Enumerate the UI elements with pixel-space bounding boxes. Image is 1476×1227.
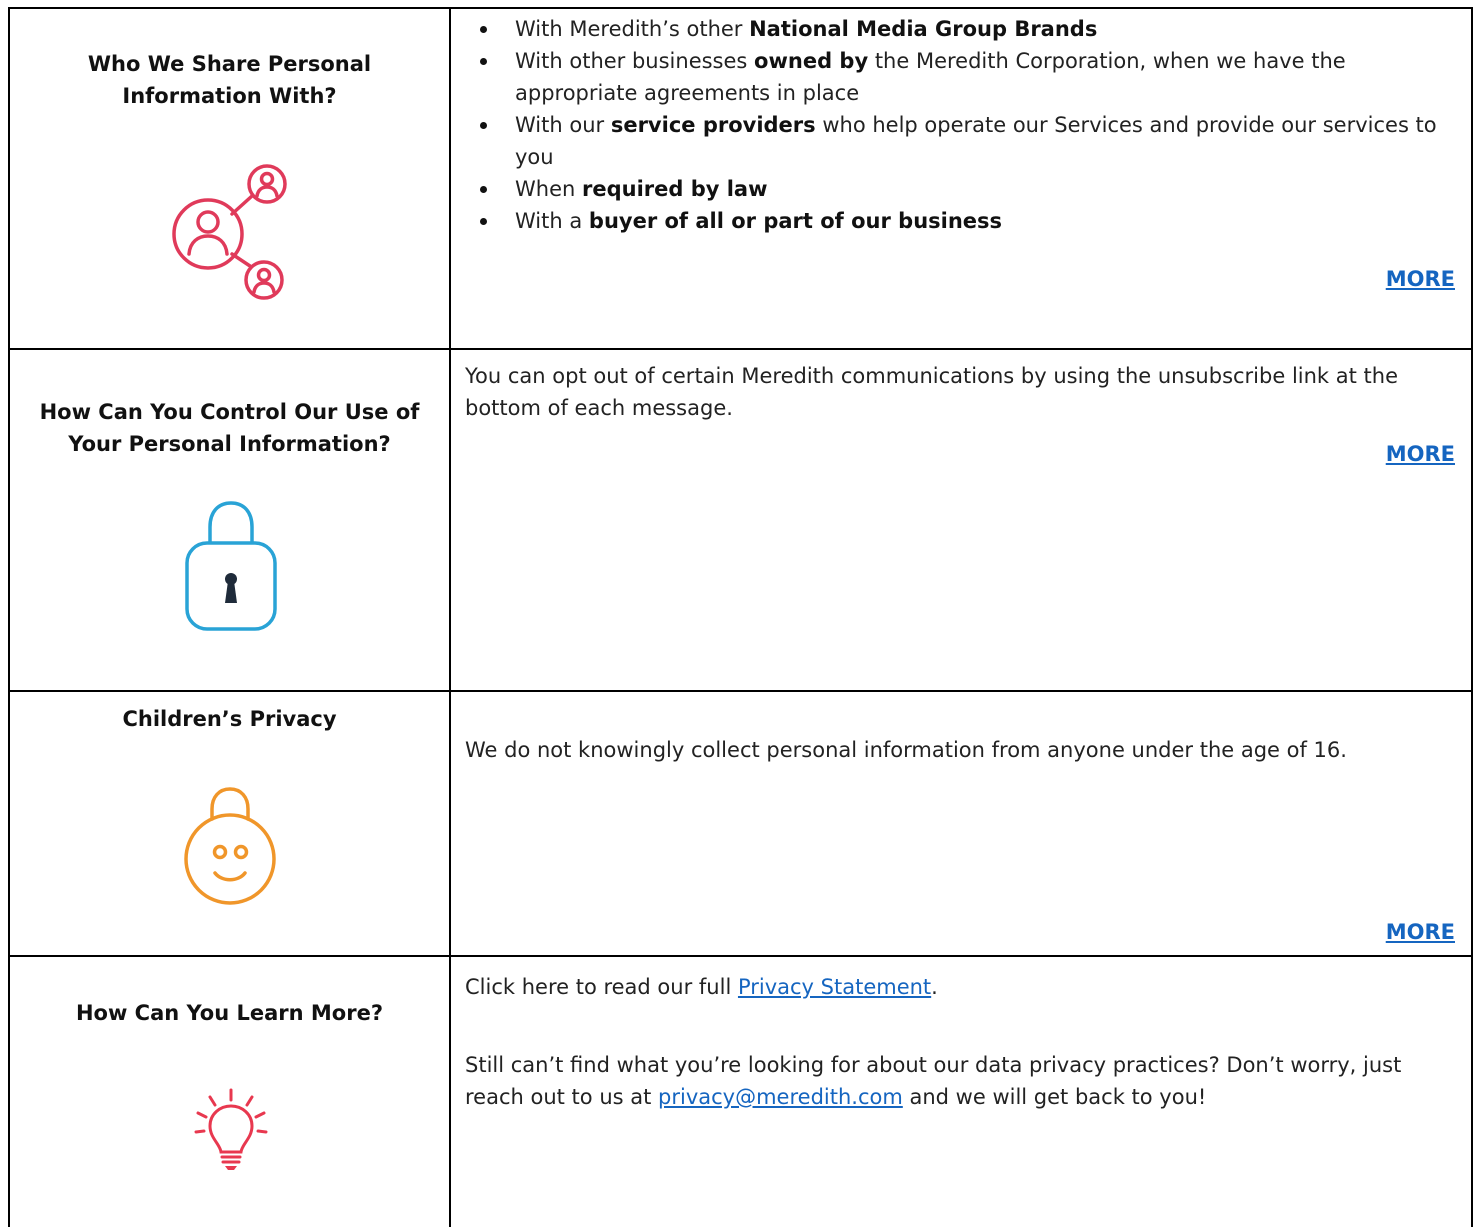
children-text: We do not knowingly collect personal inf… <box>465 738 1347 762</box>
sharing-bullet: With Meredith’s other National Media Gro… <box>451 13 1453 45</box>
lock-icon <box>185 501 277 631</box>
row-learn-more-label-cell: How Can You Learn More? <box>10 957 451 1227</box>
row-control-label-cell: How Can You Control Our Use of Your Pers… <box>10 350 451 690</box>
learn-more-text-1-pre: Click here to read our full <box>465 975 738 999</box>
sharing-more-link[interactable]: MORE <box>1386 267 1455 291</box>
row-children: Children’s Privacy We do not knowingly c… <box>10 692 1471 957</box>
learn-more-text-2-post: and we will get back to you! <box>902 1085 1207 1109</box>
sharing-bullet-list: With Meredith’s other National Media Gro… <box>451 13 1459 237</box>
row-sharing-label-cell: Who We Share Personal Information With? <box>10 9 451 348</box>
lightbulb-icon <box>194 1088 268 1170</box>
row-learn-more: How Can You Learn More? Click here to re… <box>10 957 1471 1227</box>
row-sharing-content-cell: With Meredith’s other National Media Gro… <box>451 9 1471 348</box>
row-sharing: Who We Share Personal Information With? <box>10 9 1471 350</box>
row-learn-more-content-cell: Click here to read our full Privacy Stat… <box>451 957 1471 1227</box>
privacy-summary-page: Who We Share Personal Information With? <box>0 0 1476 1227</box>
sharing-bullet: With other businesses owned by the Mered… <box>451 45 1453 109</box>
row-children-content-cell: We do not knowingly collect personal inf… <box>451 692 1471 955</box>
control-text: You can opt out of certain Meredith comm… <box>465 364 1399 420</box>
privacy-email-link[interactable]: privacy@meredith.com <box>658 1085 903 1109</box>
row-children-label-cell: Children’s Privacy <box>10 692 451 955</box>
learn-more-text-1: Click here to read our full Privacy Stat… <box>465 971 1459 1003</box>
sharing-heading: Who We Share Personal Information With? <box>10 48 449 112</box>
control-heading-line1: How Can You Control Our Use of <box>39 400 420 424</box>
children-more-link[interactable]: MORE <box>1386 920 1455 944</box>
learn-more-text-2: Still can’t find what you’re looking for… <box>465 1049 1459 1113</box>
smiley-lock-icon <box>184 787 276 905</box>
children-heading-line1: Children’s Privacy <box>122 707 337 731</box>
share-network-icon <box>172 164 287 300</box>
row-control-content-cell: You can opt out of certain Meredith comm… <box>451 350 1471 690</box>
learn-more-heading-line1: How Can You Learn More? <box>75 1001 384 1025</box>
sharing-heading-line1: Who We Share Personal <box>87 52 372 76</box>
children-heading: Children’s Privacy <box>10 703 449 735</box>
sharing-bullet: With our service providers who help oper… <box>451 109 1453 173</box>
sharing-bullet: When required by law <box>451 173 1453 205</box>
privacy-summary-table: Who We Share Personal Information With? <box>8 7 1473 1227</box>
row-control: How Can You Control Our Use of Your Pers… <box>10 350 1471 692</box>
control-heading: How Can You Control Our Use of Your Pers… <box>10 396 449 460</box>
sharing-heading-line2: Information With? <box>122 84 337 108</box>
privacy-statement-link[interactable]: Privacy Statement <box>738 975 931 999</box>
learn-more-text-1-post: . <box>931 975 938 999</box>
sharing-bullet: With a buyer of all or part of our busin… <box>451 205 1453 237</box>
control-more-link[interactable]: MORE <box>1386 442 1455 466</box>
control-heading-line2: Your Personal Information? <box>68 432 391 456</box>
learn-more-heading: How Can You Learn More? <box>10 997 449 1029</box>
